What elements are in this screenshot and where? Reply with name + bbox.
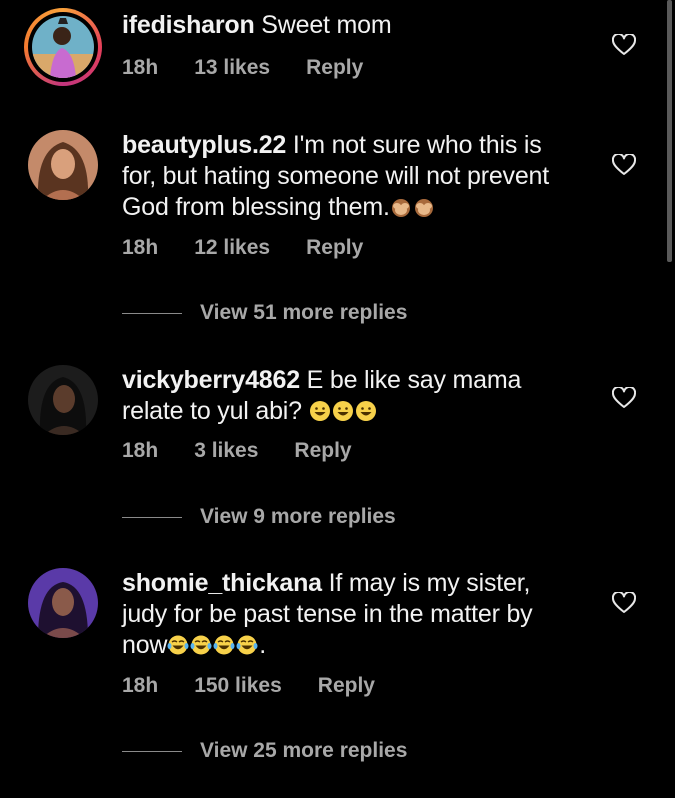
comment-body-line2: for, but hating someone will not prevent	[122, 162, 549, 190]
comment-meta: 18h 3 likes Reply	[122, 439, 388, 463]
comment-beautyplus: beautyplus.22 I'm not sure who this is f…	[0, 120, 675, 330]
avatar-photo-icon	[28, 365, 98, 435]
heart-icon[interactable]	[612, 387, 636, 409]
likes-count[interactable]: 13 likes	[194, 56, 270, 80]
likes-count[interactable]: 3 likes	[194, 439, 258, 463]
grinning-face-icon	[355, 400, 377, 422]
divider	[122, 516, 182, 518]
comment-text: shomie_thickana If may is my sister, jud…	[122, 568, 592, 661]
comment-text: beautyplus.22 I'm not sure who this is f…	[122, 130, 592, 223]
view-more-replies-button[interactable]: View 25 more replies	[122, 739, 407, 763]
comment-body-line2: relate to yul abi?	[122, 397, 302, 425]
divider	[122, 750, 182, 752]
comment-body-line3: God from blessing them.	[122, 193, 390, 221]
timestamp: 18h	[122, 439, 159, 462]
timestamp: 18h	[122, 56, 159, 79]
avatar-photo-icon	[28, 130, 98, 200]
username[interactable]: vickyberry4862	[122, 366, 300, 394]
likes-count[interactable]: 12 likes	[194, 236, 270, 260]
avatar[interactable]	[28, 568, 98, 638]
comment-shomie: shomie_thickana If may is my sister, jud…	[0, 558, 675, 778]
comment-meta: 18h 12 likes Reply	[122, 236, 399, 260]
comment-body-line1: If may is my sister,	[328, 569, 531, 597]
avatar[interactable]	[28, 130, 98, 200]
comment-body-line2: judy for be past tense in the matter by	[122, 600, 533, 628]
comment-ifedisharon: ifedisharon Sweet mom 18h 13 likes Reply	[0, 0, 675, 110]
comment-body-line1: I'm not sure who this is	[292, 131, 542, 159]
view-more-replies-button[interactable]: View 51 more replies	[122, 301, 407, 325]
comment-body-line1: E be like say mama	[306, 366, 522, 394]
view-replies-label: View 9 more replies	[200, 505, 396, 528]
view-replies-label: View 25 more replies	[200, 739, 408, 762]
tears-of-joy-icon	[236, 634, 258, 656]
comment-body-suffix: .	[259, 631, 267, 659]
reply-button[interactable]: Reply	[306, 56, 363, 80]
comment-text: vickyberry4862 E be like say mama relate…	[122, 365, 592, 427]
avatar-photo-icon	[32, 16, 94, 78]
view-more-replies-button[interactable]: View 9 more replies	[122, 505, 396, 529]
timestamp: 18h	[122, 674, 159, 697]
reply-button[interactable]: Reply	[294, 439, 351, 463]
comment-text: ifedisharon Sweet mom	[122, 10, 592, 41]
scrollbar[interactable]	[667, 0, 672, 262]
comment-body: Sweet mom	[261, 11, 392, 39]
comment-body-line3: now	[122, 631, 168, 659]
see-no-evil-monkey-icon	[413, 196, 435, 218]
see-no-evil-monkey-icon	[390, 196, 412, 218]
avatar[interactable]	[28, 365, 98, 435]
grinning-face-icon	[309, 400, 331, 422]
timestamp: 18h	[122, 236, 159, 259]
comment-meta: 18h 13 likes Reply	[122, 56, 399, 80]
heart-icon[interactable]	[612, 34, 636, 56]
heart-icon[interactable]	[612, 592, 636, 614]
username[interactable]: shomie_thickana	[122, 569, 322, 597]
grinning-face-icon	[332, 400, 354, 422]
avatar-photo-icon	[28, 568, 98, 638]
likes-count[interactable]: 150 likes	[194, 674, 282, 698]
username[interactable]: beautyplus.22	[122, 131, 286, 159]
tears-of-joy-icon	[167, 634, 189, 656]
reply-button[interactable]: Reply	[306, 236, 363, 260]
divider	[122, 312, 182, 314]
comment-meta: 18h 150 likes Reply	[122, 674, 411, 698]
tears-of-joy-icon	[190, 634, 212, 656]
tears-of-joy-icon	[213, 634, 235, 656]
comment-vickyberry: vickyberry4862 E be like say mama relate…	[0, 355, 675, 535]
username[interactable]: ifedisharon	[122, 11, 255, 39]
reply-button[interactable]: Reply	[318, 674, 375, 698]
avatar[interactable]	[24, 8, 102, 86]
view-replies-label: View 51 more replies	[200, 301, 408, 324]
heart-icon[interactable]	[612, 154, 636, 176]
